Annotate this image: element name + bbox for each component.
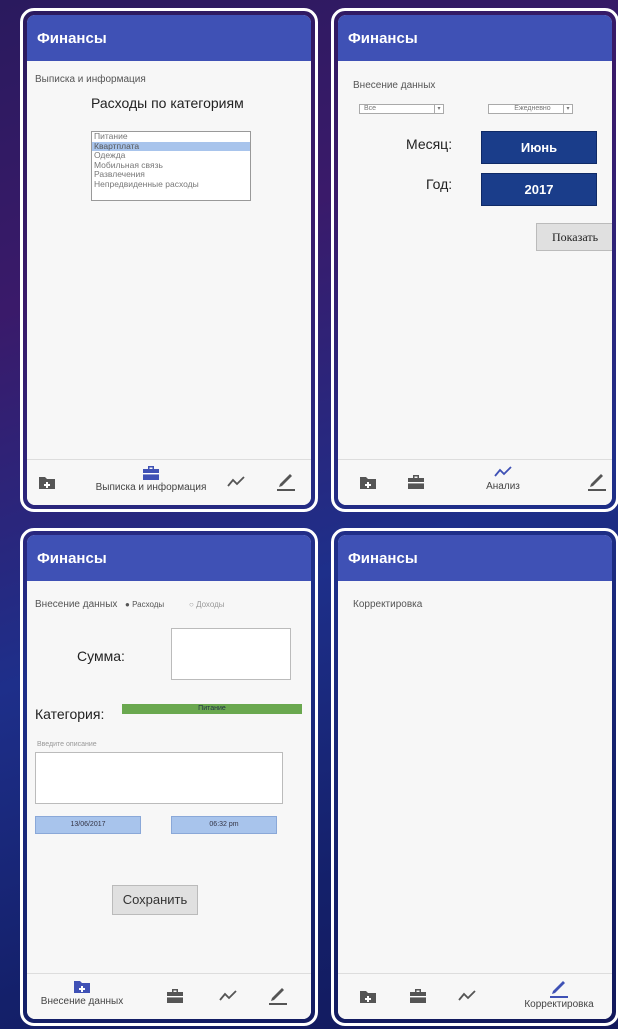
- radio-income-label: Доходы: [196, 600, 225, 609]
- section-title: Выписка и информация: [35, 74, 146, 85]
- year-select[interactable]: 2017: [481, 173, 597, 206]
- screen-analysis: Финансы Внесение данных Все ▾ Ежедневно …: [338, 15, 612, 505]
- description-textarea[interactable]: [35, 752, 283, 804]
- app-title: Финансы: [338, 15, 612, 61]
- phone-report: Финансы Выписка и информация Расходы по …: [20, 8, 318, 512]
- year-label: Год:: [426, 176, 453, 192]
- nav-edit[interactable]: Корректировка: [514, 978, 604, 1010]
- app-title: Финансы: [338, 535, 612, 581]
- trending-icon: [458, 990, 476, 1001]
- nav-edit[interactable]: [269, 985, 287, 1005]
- section-title: Корректировка: [353, 599, 423, 610]
- nav-edit[interactable]: [277, 471, 295, 491]
- section-title: Внесение данных: [353, 80, 436, 91]
- period-select[interactable]: Ежедневно ▾: [488, 104, 573, 114]
- chart-heading: Расходы по категориям: [91, 95, 244, 111]
- description-placeholder: Введите описание: [37, 741, 97, 748]
- period-select-value: Ежедневно: [514, 105, 551, 112]
- screen-report: Финансы Выписка и информация Расходы по …: [27, 15, 311, 505]
- trending-icon: [219, 990, 237, 1001]
- nav-edit-label: Корректировка: [524, 999, 594, 1010]
- app-title: Финансы: [27, 15, 311, 61]
- time-picker[interactable]: 06:32 pm: [171, 816, 277, 834]
- list-item[interactable]: Одежда: [92, 151, 250, 161]
- amount-label: Сумма:: [77, 648, 125, 664]
- nav-report[interactable]: Выписка и информация: [91, 466, 211, 493]
- nav-add[interactable]: [360, 476, 376, 489]
- bottom-nav: Корректировка: [338, 973, 612, 1019]
- trending-icon: [227, 476, 245, 487]
- pencil-icon: [550, 981, 568, 998]
- bottom-nav: Анализ: [338, 459, 612, 505]
- screen-add: Финансы Внесение данных ● Расходы ○ Дохо…: [27, 535, 311, 1019]
- category-label: Категория:: [35, 706, 105, 722]
- chevron-down-icon: ▾: [563, 105, 572, 113]
- nav-report-label: Выписка и информация: [95, 482, 207, 493]
- type-select[interactable]: Все ▾: [359, 104, 444, 114]
- list-item-selected[interactable]: Квартплата: [92, 141, 250, 152]
- section-title: Внесение данных: [35, 599, 118, 610]
- folder-plus-icon: [74, 981, 90, 993]
- amount-input[interactable]: [171, 628, 291, 680]
- month-label: Месяц:: [406, 136, 453, 152]
- bottom-nav: Выписка и информация: [27, 459, 311, 505]
- save-button[interactable]: Сохранить: [112, 885, 198, 915]
- nav-edit[interactable]: [588, 471, 606, 491]
- app-title: Финансы: [27, 535, 311, 581]
- radio-expenses[interactable]: ● Расходы: [125, 600, 164, 609]
- folder-plus-icon: [360, 477, 376, 489]
- chevron-down-icon: ▾: [434, 105, 443, 113]
- radio-income[interactable]: ○ Доходы: [189, 600, 225, 609]
- pencil-icon: [277, 474, 295, 491]
- nav-analysis-label: Анализ: [486, 481, 520, 492]
- folder-plus-icon: [360, 991, 376, 1003]
- nav-analysis[interactable]: [219, 990, 237, 1002]
- month-select[interactable]: Июнь: [481, 131, 597, 164]
- phone-edit: Финансы Корректировка Корректировка: [331, 528, 618, 1026]
- list-item[interactable]: Развлечения: [92, 170, 250, 180]
- list-item[interactable]: Непредвиденные расходы: [92, 180, 250, 190]
- type-select-value: Все: [364, 105, 377, 112]
- nav-add[interactable]: [360, 990, 376, 1003]
- phone-add: Финансы Внесение данных ● Расходы ○ Дохо…: [20, 528, 318, 1026]
- screen-edit: Финансы Корректировка Корректировка: [338, 535, 612, 1019]
- show-button[interactable]: Показать: [536, 223, 612, 251]
- nav-analysis[interactable]: Анализ: [478, 466, 528, 492]
- nav-report[interactable]: [410, 989, 426, 1003]
- date-picker[interactable]: 13/06/2017: [35, 816, 141, 834]
- category-listbox[interactable]: Питание Квартплата Одежда Мобильная связ…: [91, 131, 251, 201]
- phone-analysis: Финансы Внесение данных Все ▾ Ежедневно …: [331, 8, 618, 512]
- briefcase-icon: [143, 466, 159, 480]
- nav-add-label: Внесение данных: [40, 996, 124, 1007]
- nav-add[interactable]: [39, 476, 55, 489]
- folder-plus-icon: [39, 477, 55, 489]
- nav-report[interactable]: [167, 989, 183, 1003]
- nav-add[interactable]: Внесение данных: [37, 980, 127, 1007]
- trending-icon: [494, 466, 512, 477]
- category-select-value: Питание: [198, 705, 226, 712]
- list-item[interactable]: Питание: [92, 132, 250, 142]
- nav-analysis[interactable]: [227, 476, 245, 488]
- bottom-nav: Внесение данных: [27, 973, 311, 1019]
- briefcase-icon: [410, 989, 426, 1003]
- list-item[interactable]: Мобильная связь: [92, 161, 250, 171]
- radio-expenses-label: Расходы: [132, 600, 165, 609]
- nav-analysis[interactable]: [458, 990, 476, 1002]
- briefcase-icon: [167, 989, 183, 1003]
- pencil-icon: [269, 988, 287, 1005]
- pencil-icon: [588, 474, 606, 491]
- category-select[interactable]: Питание: [122, 704, 302, 714]
- nav-report[interactable]: [408, 475, 424, 489]
- briefcase-icon: [408, 475, 424, 489]
